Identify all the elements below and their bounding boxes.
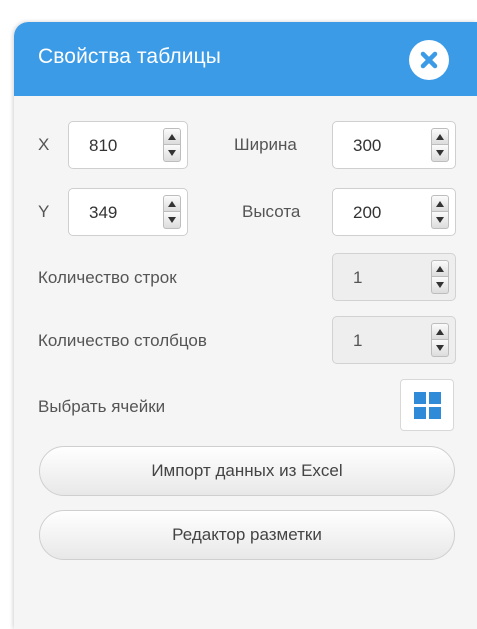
width-decrement-button[interactable] bbox=[431, 145, 449, 162]
arrow-down-icon bbox=[436, 217, 444, 223]
y-spinner[interactable]: 349 bbox=[68, 188, 188, 236]
cols-increment-button[interactable] bbox=[431, 323, 449, 340]
select-cells-button[interactable] bbox=[400, 379, 454, 431]
rows-spinner-arrows bbox=[431, 260, 449, 294]
arrow-down-icon bbox=[436, 150, 444, 156]
y-spinner-arrows bbox=[163, 195, 181, 229]
close-icon bbox=[420, 51, 438, 69]
arrow-down-icon bbox=[168, 217, 176, 223]
height-spinner[interactable]: 200 bbox=[332, 188, 456, 236]
width-label: Ширина bbox=[234, 135, 297, 154]
cols-spinner-arrows bbox=[431, 323, 449, 357]
arrow-up-icon bbox=[436, 266, 444, 272]
arrow-down-icon bbox=[168, 150, 176, 156]
x-spinner[interactable]: 810 bbox=[68, 121, 188, 169]
cols-spinner[interactable]: 1 bbox=[332, 316, 456, 364]
x-label: X bbox=[38, 135, 50, 154]
cols-decrement-button[interactable] bbox=[431, 340, 449, 357]
arrow-up-icon bbox=[168, 201, 176, 207]
width-value[interactable]: 300 bbox=[353, 136, 381, 156]
markup-editor-button[interactable]: Редактор разметки bbox=[39, 510, 455, 560]
x-increment-button[interactable] bbox=[163, 128, 181, 145]
rows-decrement-button[interactable] bbox=[431, 277, 449, 294]
y-label: Y bbox=[38, 202, 50, 221]
y-decrement-button[interactable] bbox=[163, 212, 181, 229]
width-spinner[interactable]: 300 bbox=[332, 121, 456, 169]
y-increment-button[interactable] bbox=[163, 195, 181, 212]
rows-label: Количество строк bbox=[38, 268, 177, 287]
height-decrement-button[interactable] bbox=[431, 212, 449, 229]
width-increment-button[interactable] bbox=[431, 128, 449, 145]
height-spinner-arrows bbox=[431, 195, 449, 229]
rows-value: 1 bbox=[353, 268, 363, 287]
cols-value: 1 bbox=[353, 331, 363, 350]
panel-header: Свойства таблицы bbox=[14, 22, 477, 96]
panel-title: Свойства таблицы bbox=[38, 45, 221, 68]
height-label: Высота bbox=[242, 202, 301, 221]
import-excel-button[interactable]: Импорт данных из Excel bbox=[39, 446, 455, 496]
arrow-up-icon bbox=[168, 134, 176, 140]
select-cells-label: Выбрать ячейки bbox=[38, 397, 166, 416]
arrow-down-icon bbox=[436, 345, 444, 351]
cols-label: Количество столбцов bbox=[38, 331, 207, 350]
arrow-up-icon bbox=[436, 134, 444, 140]
x-value[interactable]: 810 bbox=[89, 136, 117, 156]
grid-icon bbox=[414, 392, 441, 419]
height-increment-button[interactable] bbox=[431, 195, 449, 212]
height-value[interactable]: 200 bbox=[353, 203, 381, 223]
x-decrement-button[interactable] bbox=[163, 145, 181, 162]
arrow-up-icon bbox=[436, 329, 444, 335]
rows-increment-button[interactable] bbox=[431, 260, 449, 277]
rows-spinner[interactable]: 1 bbox=[332, 253, 456, 301]
table-properties-panel: Свойства таблицы X 810 Ширина 300 Y 349 bbox=[14, 22, 477, 629]
y-value[interactable]: 349 bbox=[89, 203, 117, 223]
x-spinner-arrows bbox=[163, 128, 181, 162]
close-button[interactable] bbox=[409, 40, 449, 80]
arrow-up-icon bbox=[436, 201, 444, 207]
width-spinner-arrows bbox=[431, 128, 449, 162]
arrow-down-icon bbox=[436, 282, 444, 288]
